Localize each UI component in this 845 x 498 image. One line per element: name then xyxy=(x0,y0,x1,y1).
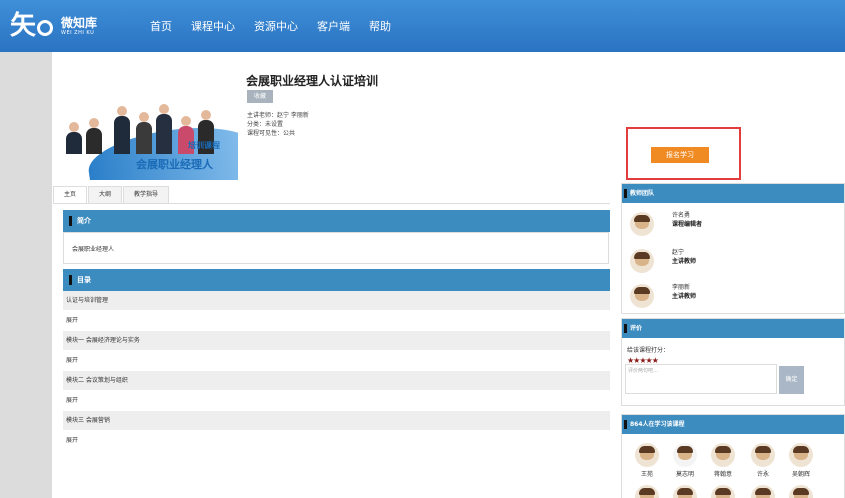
course-category: 分类：未设置 xyxy=(247,121,284,128)
catalog-expand-link[interactable]: 展开 xyxy=(63,431,610,451)
teacher-name: 许名勇 xyxy=(672,212,691,219)
teacher-card[interactable]: 许名勇 课程编辑者 xyxy=(626,210,786,240)
avatar xyxy=(789,443,813,467)
avatar xyxy=(751,443,775,467)
catalog-expand-link[interactable]: 展开 xyxy=(63,311,610,331)
comment-input[interactable]: 评价两句吧... xyxy=(625,364,777,394)
avatar xyxy=(635,485,659,498)
learner-item[interactable] xyxy=(710,485,736,498)
learner-name: 吴朝辉 xyxy=(791,471,810,478)
learners-panel: 864人在学习该课程 王苑 莫志明 蒋翰意 许永 吴朝辉 xyxy=(621,414,845,498)
avatar xyxy=(635,443,659,467)
learner-item[interactable] xyxy=(750,485,776,498)
learner-name: 许永 xyxy=(756,471,769,478)
teacher-team-panel: 教师团队 许名勇 课程编辑者 赵宁 主讲教师 李丽新 主讲教师 xyxy=(621,183,845,314)
avatar xyxy=(630,249,654,273)
course-cover-image: 培训课程 会展职业经理人 xyxy=(58,70,238,180)
catalog-list: 认证与培训管理 展开 模块一 会展经济理论与实务 展开 模块二 会议策划与组织 … xyxy=(63,291,610,451)
course-meta: 主讲老师：赵宁 李丽新 分类：未设置 课程可见性：公共 xyxy=(247,111,309,138)
banner-person xyxy=(156,104,172,154)
nav-client[interactable]: 客户端 xyxy=(317,18,350,34)
learner-item[interactable] xyxy=(634,485,660,498)
intro-content: 会展职业经理人 xyxy=(63,232,609,264)
tab-outline[interactable]: 大纲 xyxy=(88,186,123,203)
avatar xyxy=(673,485,697,498)
learner-item[interactable]: 莫志明 xyxy=(672,443,698,478)
catalog-item[interactable]: 认证与培训管理 xyxy=(63,291,610,311)
teacher-name: 赵宁 xyxy=(672,249,685,256)
catalog-heading: 目录 xyxy=(63,269,610,291)
course-visibility: 课程可见性：公共 xyxy=(247,130,296,137)
nav-course-center[interactable]: 课程中心 xyxy=(191,18,235,34)
learner-item[interactable]: 王苑 xyxy=(634,443,660,478)
learner-name: 王苑 xyxy=(640,471,653,478)
avatar xyxy=(711,443,735,467)
learner-name: 莫志明 xyxy=(675,471,694,478)
collect-button[interactable]: 收藏 xyxy=(247,90,273,103)
teacher-role: 课程编辑者 xyxy=(672,221,703,228)
teacher-role: 主讲教师 xyxy=(672,293,697,300)
avatar xyxy=(789,485,813,498)
intro-heading: 简介 xyxy=(63,210,610,232)
teacher-card[interactable]: 赵宁 主讲教师 xyxy=(626,247,786,277)
site-logo[interactable]: 矢 微知库 WEI ZHI KU xyxy=(10,10,97,42)
banner-person xyxy=(66,122,82,154)
tab-teaching-guide[interactable]: 教学指导 xyxy=(123,186,170,203)
catalog-expand-link[interactable]: 展开 xyxy=(63,351,610,371)
teacher-card[interactable]: 李丽新 主讲教师 xyxy=(626,282,786,312)
banner-subtitle: 培训课程 xyxy=(188,141,220,150)
left-gutter xyxy=(0,52,52,498)
learner-item[interactable]: 蒋翰意 xyxy=(710,443,736,478)
tabs-divider xyxy=(53,203,610,204)
learner-item[interactable]: 许永 xyxy=(750,443,776,478)
learners-heading: 864人在学习该课程 xyxy=(622,415,844,434)
top-navbar: 矢 微知库 WEI ZHI KU 首页 课程中心 资源中心 客户端 帮助 xyxy=(0,0,845,52)
learner-item[interactable] xyxy=(672,485,698,498)
brand-name: 微知库 xyxy=(61,16,98,30)
teacher-name: 李丽新 xyxy=(672,284,691,291)
course-title: 会展职业经理人认证培训 xyxy=(246,74,379,88)
learner-name: 蒋翰意 xyxy=(713,471,732,478)
avatar xyxy=(630,284,654,308)
tab-home[interactable]: 主页 xyxy=(53,186,88,203)
catalog-item[interactable]: 模块二 会议策划与组织 xyxy=(63,371,610,391)
rate-label: 给该课程打分： xyxy=(627,347,670,354)
main-nav: 首页 课程中心 资源中心 客户端 帮助 xyxy=(150,0,410,52)
course-tabs: 主页 大纲 教学指导 xyxy=(53,186,170,203)
course-teachers: 主讲老师：赵宁 李丽新 xyxy=(247,112,309,119)
banner-person xyxy=(136,112,152,154)
banner-person xyxy=(86,118,102,154)
learner-item[interactable] xyxy=(788,485,814,498)
teacher-team-heading: 教师团队 xyxy=(622,184,844,203)
learner-item[interactable]: 吴朝辉 xyxy=(788,443,814,478)
avatar xyxy=(751,485,775,498)
course-page: 培训课程 会展职业经理人 会展职业经理人认证培训 收藏 主讲老师：赵宁 李丽新 … xyxy=(52,52,845,498)
brand-name-en: WEI ZHI KU xyxy=(61,30,95,36)
catalog-item[interactable]: 模块三 会展营销 xyxy=(63,411,610,431)
nav-resource-center[interactable]: 资源中心 xyxy=(254,18,298,34)
avatar xyxy=(630,212,654,236)
catalog-item[interactable]: 模块一 会展经济理论与实务 xyxy=(63,331,610,351)
nav-home[interactable]: 首页 xyxy=(150,18,172,34)
review-heading: 评价 xyxy=(622,319,844,338)
signup-button[interactable]: 报名学习 xyxy=(651,147,709,163)
confirm-button[interactable]: 确定 xyxy=(779,366,804,394)
banner-title: 会展职业经理人 xyxy=(136,158,213,171)
catalog-expand-link[interactable]: 展开 xyxy=(63,391,610,411)
teacher-role: 主讲教师 xyxy=(672,258,697,265)
nav-help[interactable]: 帮助 xyxy=(369,18,391,34)
avatar xyxy=(711,485,735,498)
avatar xyxy=(673,443,697,467)
logo-circle-icon xyxy=(37,20,54,36)
review-panel: 评价 给该课程打分： ★★★★★ 评价两句吧... 确定 xyxy=(621,318,845,406)
logo-glyph: 矢 xyxy=(10,11,37,41)
banner-person xyxy=(114,106,130,154)
